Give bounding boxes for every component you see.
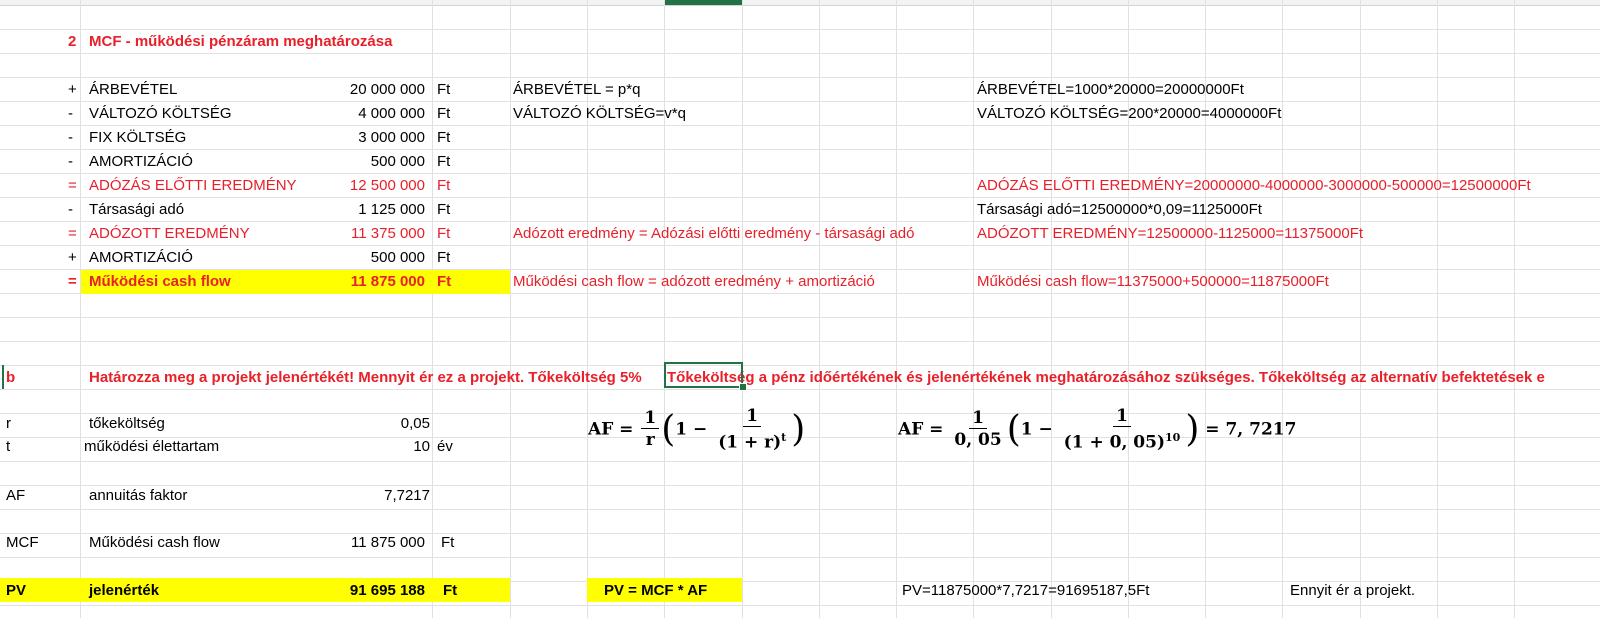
b-question[interactable]: Határozza meg a projekt jelenértékét! Me… bbox=[89, 366, 664, 390]
row-calc[interactable]: VÁLTOZÓ KÖLTSÉG=200*20000=4000000Ft bbox=[977, 102, 1281, 126]
section-title[interactable]: MCF - működési pénzáram meghatározása bbox=[89, 30, 392, 54]
row-value[interactable]: 3 000 000 bbox=[300, 126, 425, 150]
pv-sym[interactable]: PV bbox=[6, 579, 26, 603]
row-value[interactable]: 1 125 000 bbox=[300, 198, 425, 222]
pv-unit[interactable]: Ft bbox=[443, 579, 457, 603]
param-sym-r[interactable]: r bbox=[6, 412, 11, 436]
row-unit[interactable]: Ft bbox=[437, 222, 450, 246]
row-value[interactable]: 500 000 bbox=[300, 150, 425, 174]
row-label[interactable]: AMORTIZÁCIÓ bbox=[89, 150, 193, 174]
row-sign[interactable]: + bbox=[68, 78, 77, 102]
param-value-mcf[interactable]: 11 875 000 bbox=[300, 531, 425, 555]
row-value[interactable]: 500 000 bbox=[300, 246, 425, 270]
row-label[interactable]: ÁRBEVÉTEL bbox=[89, 78, 177, 102]
row-sign[interactable]: - bbox=[68, 150, 73, 174]
param-value-af[interactable]: 7,7217 bbox=[300, 484, 430, 508]
row-value[interactable]: 12 500 000 bbox=[300, 174, 425, 198]
param-label-t[interactable]: működési élettartam bbox=[84, 435, 219, 459]
row-selection-marker bbox=[2, 365, 4, 389]
param-label-r[interactable]: tőkeköltség bbox=[89, 412, 165, 436]
af-calculation-equation[interactable]: AF = 1 0, 05 (1 − 1 (1 + 0, 05)10) = 7, 721… bbox=[898, 406, 1296, 454]
param-sym-mcf[interactable]: MCF bbox=[6, 531, 39, 555]
row-unit[interactable]: Ft bbox=[437, 270, 451, 294]
pv-calc[interactable]: PV=11875000*7,7217=91695187,5Ft bbox=[902, 579, 1149, 603]
row-sign[interactable]: + bbox=[68, 246, 77, 270]
pv-highlight bbox=[0, 578, 510, 602]
row-unit[interactable]: Ft bbox=[437, 246, 450, 270]
spreadsheet-grid bbox=[0, 0, 1600, 618]
af-formula-equation[interactable]: AF = 1 r (1 − 1 (1 + r)t) bbox=[588, 406, 805, 454]
row-calc[interactable]: Társasági adó=12500000*0,09=1125000Ft bbox=[977, 198, 1262, 222]
param-sym-af[interactable]: AF bbox=[6, 484, 25, 508]
row-sign[interactable]: - bbox=[68, 102, 73, 126]
active-cell-cursor[interactable] bbox=[664, 362, 743, 388]
row-calc[interactable]: Működési cash flow=11375000+500000=11875… bbox=[977, 270, 1329, 294]
section-number[interactable]: 2 bbox=[68, 30, 76, 54]
row-calc[interactable]: ADÓZOTT EREDMÉNY=12500000-1125000=113750… bbox=[977, 222, 1363, 246]
row-label[interactable]: VÁLTOZÓ KÖLTSÉG bbox=[89, 102, 232, 126]
row-sign[interactable]: - bbox=[68, 126, 73, 150]
row-formula[interactable]: ÁRBEVÉTEL = p*q bbox=[513, 78, 640, 102]
b-explanation[interactable]: Tőkeköltség a pénz időértékének és jelen… bbox=[667, 366, 1600, 390]
row-sign[interactable]: = bbox=[68, 222, 77, 246]
row-unit[interactable]: Ft bbox=[437, 198, 450, 222]
row-sign[interactable]: - bbox=[68, 198, 73, 222]
param-value-t[interactable]: 10 bbox=[300, 435, 430, 459]
row-calc[interactable]: ÁRBEVÉTEL=1000*20000=20000000Ft bbox=[977, 78, 1244, 102]
row-sign[interactable]: = bbox=[68, 174, 77, 198]
row-label[interactable]: ADÓZÁS ELŐTTI EREDMÉNY bbox=[89, 174, 297, 198]
pv-label[interactable]: jelenérték bbox=[89, 579, 159, 603]
row-value[interactable]: 11 375 000 bbox=[300, 222, 425, 246]
row-value[interactable]: 20 000 000 bbox=[300, 78, 425, 102]
row-formula[interactable]: Adózott eredmény = Adózási előtti eredmé… bbox=[513, 222, 914, 246]
pv-formula[interactable]: PV = MCF * AF bbox=[604, 579, 707, 603]
row-label[interactable]: FIX KÖLTSÉG bbox=[89, 126, 186, 150]
row-unit[interactable]: Ft bbox=[437, 150, 450, 174]
pv-value[interactable]: 91 695 188 bbox=[300, 579, 425, 603]
param-unit-t[interactable]: év bbox=[437, 435, 453, 459]
row-label[interactable]: ADÓZOTT EREDMÉNY bbox=[89, 222, 250, 246]
row-unit[interactable]: Ft bbox=[437, 126, 450, 150]
row-formula[interactable]: VÁLTOZÓ KÖLTSÉG=v*q bbox=[513, 102, 686, 126]
selected-column-indicator bbox=[664, 0, 742, 5]
b-label[interactable]: b bbox=[6, 366, 15, 390]
param-value-r[interactable]: 0,05 bbox=[300, 412, 430, 436]
row-calc[interactable]: ADÓZÁS ELŐTTI EREDMÉNY=20000000-4000000-… bbox=[977, 174, 1531, 198]
row-unit[interactable]: Ft bbox=[437, 174, 450, 198]
row-formula[interactable]: Működési cash flow = adózott eredmény + … bbox=[513, 270, 875, 294]
param-sym-t[interactable]: t bbox=[6, 435, 10, 459]
row-unit[interactable]: Ft bbox=[437, 78, 450, 102]
row-value[interactable]: 11 875 000 bbox=[300, 270, 425, 294]
row-label[interactable]: Társasági adó bbox=[89, 198, 184, 222]
fill-handle[interactable] bbox=[739, 383, 747, 391]
param-label-mcf[interactable]: Működési cash flow bbox=[89, 531, 220, 555]
param-label-af[interactable]: annuitás faktor bbox=[89, 484, 187, 508]
row-label[interactable]: Működési cash flow bbox=[89, 270, 231, 294]
pv-note[interactable]: Ennyit ér a projekt. bbox=[1290, 579, 1415, 603]
param-unit-mcf[interactable]: Ft bbox=[441, 531, 454, 555]
row-unit[interactable]: Ft bbox=[437, 102, 450, 126]
row-label[interactable]: AMORTIZÁCIÓ bbox=[89, 246, 193, 270]
row-value[interactable]: 4 000 000 bbox=[300, 102, 425, 126]
row-sign[interactable]: = bbox=[68, 270, 77, 294]
